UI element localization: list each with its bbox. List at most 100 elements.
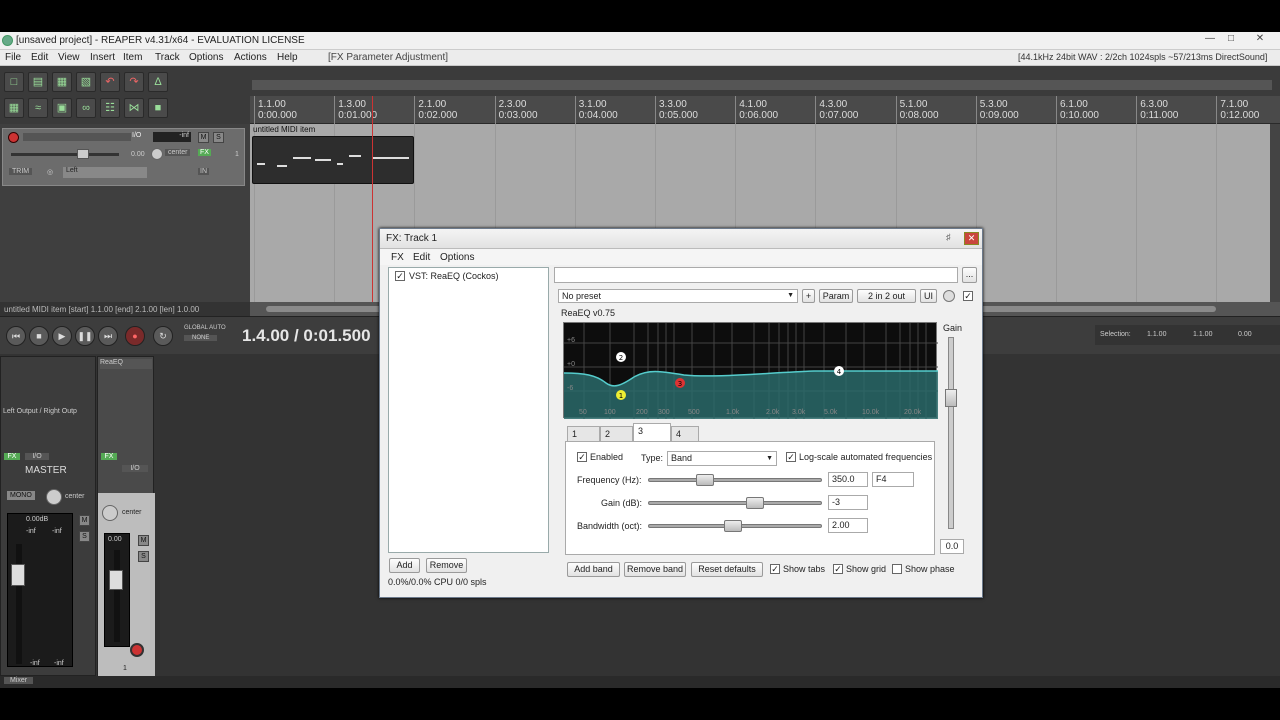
auto-mode-button[interactable]: NONE — [184, 335, 218, 341]
eq-graph[interactable]: 2 1 3 4 +6 +0 -6 50 100 200 300 500 1.0k… — [563, 322, 938, 419]
remove-band-button[interactable]: Remove band — [624, 562, 686, 577]
item-grouping-icon[interactable]: ▣ — [52, 98, 72, 118]
crossfade-icon[interactable]: ⋈ — [124, 98, 144, 118]
menu-file[interactable]: File — [5, 52, 21, 63]
master-io-button[interactable]: I/O — [25, 453, 49, 460]
region-lane[interactable] — [252, 80, 1272, 90]
gain-slider[interactable] — [948, 337, 954, 529]
menu-item[interactable]: Item — [123, 52, 142, 63]
track-fader-thumb[interactable] — [109, 570, 123, 590]
frequency-slider-thumb[interactable] — [696, 474, 714, 486]
record-icon[interactable]: ● — [125, 326, 145, 346]
volume-slider[interactable] — [11, 153, 119, 156]
close-icon[interactable]: ✕ — [1250, 33, 1270, 47]
bypass-checkbox[interactable]: ✓ — [963, 291, 973, 301]
monitor-icon[interactable]: ◎ — [47, 168, 53, 176]
master-fx-button[interactable]: FX — [4, 453, 20, 460]
param-button[interactable]: Param — [819, 289, 853, 303]
track-fader-track[interactable] — [114, 550, 120, 642]
mixer-tab[interactable]: Mixer — [4, 677, 34, 684]
in-fx-button[interactable]: IN — [198, 168, 209, 175]
io-button[interactable]: I/O — [132, 132, 141, 139]
master-mute-button[interactable]: M — [79, 515, 90, 526]
mono-button[interactable]: MONO — [7, 491, 35, 500]
volume-slider-thumb[interactable] — [77, 149, 89, 159]
open-project-icon[interactable]: ▤ — [28, 72, 48, 92]
master-pan-knob[interactable] — [46, 489, 62, 505]
selection-end[interactable]: 1.1.00 — [1193, 331, 1212, 338]
master-fader-thumb[interactable] — [11, 564, 25, 586]
fx-browse-button[interactable]: ... — [962, 267, 977, 283]
fx-enable-checkbox[interactable]: ✓ — [395, 271, 405, 281]
save-project-icon[interactable]: ▦ — [52, 72, 72, 92]
gain-db-slider-thumb[interactable] — [746, 497, 764, 509]
gain-slider-thumb[interactable] — [945, 389, 957, 407]
band-tab-4[interactable]: 4 — [671, 426, 699, 442]
gain-db-slider[interactable] — [648, 501, 822, 505]
solo-button[interactable]: S — [213, 132, 224, 143]
track-fx-button[interactable]: FX — [101, 453, 117, 460]
mute-button[interactable]: M — [198, 132, 209, 143]
grid-toggle-icon[interactable]: ▦ — [4, 98, 24, 118]
minimize-icon[interactable]: — — [1200, 33, 1220, 47]
gain-db-input[interactable]: -3 — [828, 495, 868, 510]
go-to-end-icon[interactable]: ⏭ — [98, 326, 118, 346]
track-mute-button[interactable]: M — [138, 535, 149, 546]
fx-title-bar[interactable]: FX: Track 1 ♯ ✕ — [380, 229, 982, 249]
fx-chain-item[interactable]: ✓ VST: ReaEQ (Cockos) — [391, 270, 546, 284]
band-tab-1[interactable]: 1 — [567, 426, 600, 442]
logscale-checkbox[interactable]: ✓ — [786, 452, 796, 462]
midi-item[interactable]: untitled MIDI item — [252, 125, 414, 184]
ui-button[interactable]: UI — [920, 289, 937, 303]
trim-button[interactable]: TRIM — [9, 168, 33, 175]
lock-icon[interactable]: ■ — [148, 98, 168, 118]
stop-icon[interactable]: ■ — [29, 326, 49, 346]
pause-icon[interactable]: ❚❚ — [75, 326, 95, 346]
pin-icon[interactable]: ♯ — [946, 232, 958, 244]
enabled-checkbox[interactable]: ✓ — [577, 452, 587, 462]
master-fader-track[interactable] — [16, 544, 22, 664]
io-routing-button[interactable]: 2 in 2 out — [857, 289, 916, 303]
selection-start[interactable]: 1.1.00 — [1147, 331, 1166, 338]
bandwidth-input[interactable]: 2.00 — [828, 518, 868, 533]
gain-value[interactable]: 0.0 — [940, 539, 964, 554]
pan-knob[interactable] — [151, 148, 163, 160]
menu-help[interactable]: Help — [277, 52, 298, 63]
frequency-input[interactable]: 350.0 — [828, 472, 868, 487]
selection-length[interactable]: 0.00 — [1238, 331, 1252, 338]
fx-button[interactable]: FX — [198, 149, 211, 156]
menu-options[interactable]: Options — [189, 52, 223, 63]
master-solo-button[interactable]: S — [79, 531, 90, 542]
metronome-icon[interactable]: Δ — [148, 72, 168, 92]
record-arm-button[interactable] — [8, 132, 19, 143]
track-record-arm-icon[interactable] — [130, 643, 144, 657]
undo-icon[interactable]: ↶ — [100, 72, 120, 92]
play-icon[interactable]: ▶ — [52, 326, 72, 346]
frequency-slider[interactable] — [648, 478, 822, 482]
fx-menu-edit[interactable]: Edit — [413, 252, 430, 263]
project-settings-icon[interactable]: ▧ — [76, 72, 96, 92]
track-pan-knob[interactable] — [102, 505, 118, 521]
fx-menu-fx[interactable]: FX — [391, 252, 404, 263]
go-to-start-icon[interactable]: ⏮ — [6, 326, 26, 346]
track-1-header[interactable]: I/O -inf M S 0.00 center FX 1 TRIM ◎ Lef… — [2, 128, 245, 186]
audio-status[interactable]: [44.1kHz 24bit WAV : 2/2ch 1024spls ~57/… — [1018, 52, 1267, 62]
track-io-button[interactable]: I/O — [122, 465, 148, 472]
timeline-ruler[interactable]: 1.1.00 0:00.000 1.3.00 0:01.000 2.1.00 0:02.0… — [250, 96, 1280, 124]
fx-menu-options[interactable]: Options — [440, 252, 474, 263]
show-grid-checkbox[interactable]: ✓ — [833, 564, 843, 574]
vertical-scrollbar[interactable] — [1270, 124, 1280, 302]
bandwidth-slider-thumb[interactable] — [724, 520, 742, 532]
snap-icon[interactable]: ☷ — [100, 98, 120, 118]
fx-close-icon[interactable]: ✕ — [964, 232, 979, 245]
reset-defaults-button[interactable]: Reset defaults — [691, 562, 763, 577]
ripple-edit-icon[interactable]: ≈ — [28, 98, 48, 118]
show-tabs-checkbox[interactable]: ✓ — [770, 564, 780, 574]
fx-name-field[interactable] — [554, 267, 958, 283]
preset-add-button[interactable]: + — [802, 289, 815, 303]
menu-track[interactable]: Track — [155, 52, 180, 63]
type-select[interactable]: Band ▼ — [667, 451, 777, 466]
band-tab-2[interactable]: 2 — [600, 426, 633, 442]
new-project-icon[interactable]: □ — [4, 72, 24, 92]
menu-actions[interactable]: Actions — [234, 52, 267, 63]
